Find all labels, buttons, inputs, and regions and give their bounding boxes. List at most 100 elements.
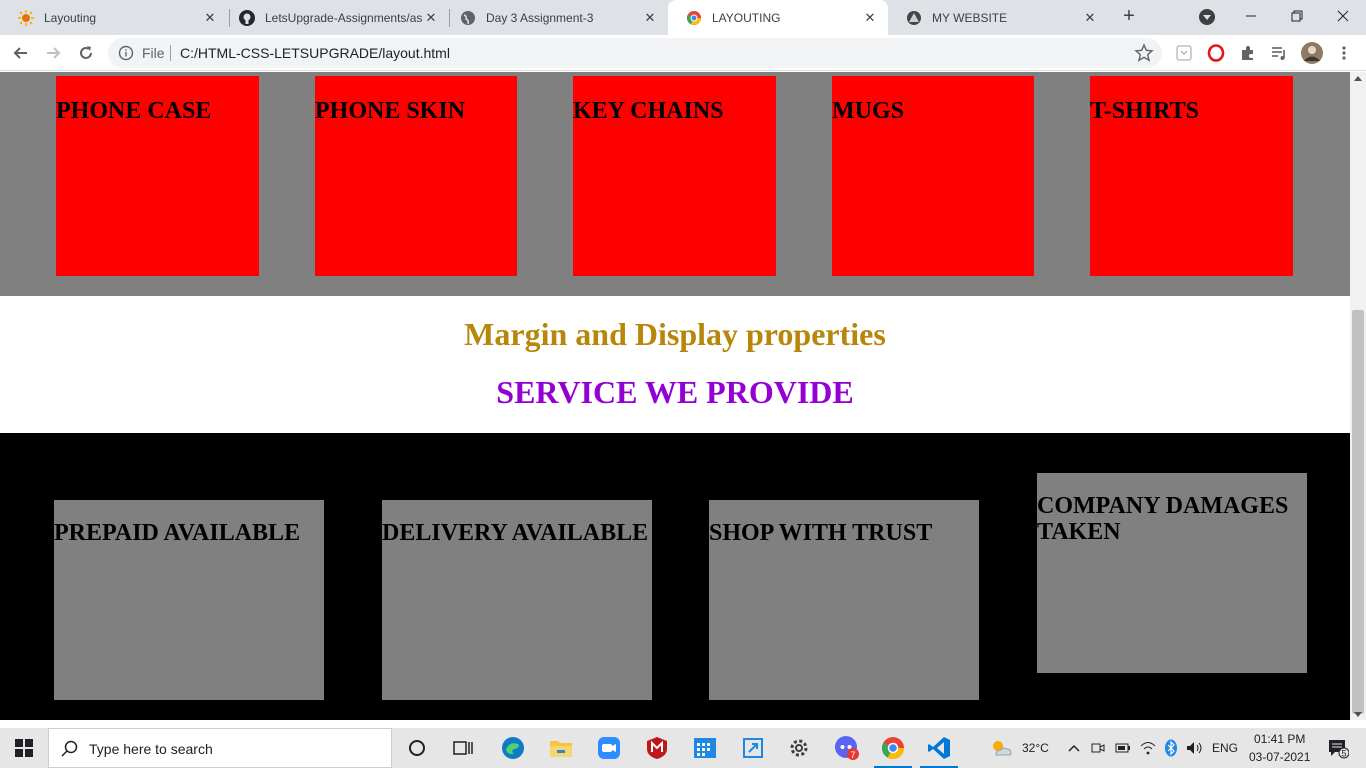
profile-avatar[interactable] [1300, 41, 1324, 65]
task-view-icon[interactable] [440, 728, 486, 768]
close-window-button[interactable] [1320, 0, 1366, 32]
service-box: SHOP WITH TRUST [709, 500, 979, 700]
forward-button[interactable] [40, 40, 66, 66]
remote-desktop-icon[interactable] [730, 728, 776, 768]
product-label: PHONE SKIN [315, 98, 466, 124]
zoom-app-icon[interactable] [586, 728, 632, 768]
product-box: PHONE SKIN [315, 76, 517, 276]
tab-day3-assignment[interactable]: Day 3 Assignment-3 ✕ [442, 0, 668, 35]
service-label: PREPAID AVAILABLE [54, 520, 301, 546]
sun-favicon-icon [18, 9, 34, 26]
site-logo-icon [906, 10, 922, 26]
language-indicator[interactable]: ENG [1212, 741, 1238, 755]
settings-gear-icon[interactable] [776, 728, 822, 768]
volume-icon[interactable] [1183, 728, 1207, 768]
chrome-menu-icon[interactable] [1333, 42, 1355, 64]
product-label: T-SHIRTS [1090, 98, 1199, 124]
notification-center-icon[interactable]: 5 [1318, 728, 1358, 768]
url-text[interactable]: C:/HTML-CSS-LETSUPGRADE/layout.html [180, 45, 450, 61]
notification-count: 5 [1341, 749, 1346, 759]
vscode-taskbar-icon[interactable] [916, 728, 962, 768]
service-box: PREPAID AVAILABLE [54, 500, 324, 700]
address-bar[interactable]: File C:/HTML-CSS-LETSUPGRADE/layout.html [108, 38, 1162, 68]
close-tab-icon[interactable]: ✕ [1082, 10, 1098, 26]
weather-icon[interactable] [986, 728, 1016, 768]
product-box: T-SHIRTS [1090, 76, 1293, 276]
info-icon[interactable] [118, 45, 134, 61]
restore-button[interactable] [1274, 0, 1320, 32]
product-label: KEY CHAINS [573, 98, 724, 124]
file-scheme-label: File [142, 45, 165, 61]
save-to-pocket-icon[interactable] [1173, 42, 1195, 64]
search-placeholder: Type here to search [89, 741, 213, 757]
tab-my-website[interactable]: MY WEBSITE ✕ [888, 0, 1108, 35]
scroll-up-arrow-icon[interactable] [1354, 76, 1362, 81]
address-divider [170, 45, 171, 61]
clock-time[interactable]: 01:41 PM [1254, 732, 1305, 746]
close-tab-icon[interactable]: ✕ [862, 10, 878, 26]
tab-title: LetsUpgrade-Assignments/as [265, 10, 423, 25]
tab-letsupgrade-github[interactable]: LetsUpgrade-Assignments/as ✕ [221, 0, 449, 35]
close-tab-icon[interactable]: ✕ [202, 10, 218, 26]
extensions-puzzle-icon[interactable] [1237, 42, 1259, 64]
product-box: KEY CHAINS [573, 76, 776, 276]
tab-title: LAYOUTING [712, 10, 781, 25]
reload-button[interactable] [73, 40, 99, 66]
product-box: MUGS [832, 76, 1034, 276]
service-box: COMPANY DAMAGES TAKEN [1037, 473, 1307, 673]
tab-layouting-active[interactable]: LAYOUTING ✕ [668, 0, 888, 35]
back-button[interactable] [8, 40, 34, 66]
products-section: PHONE CASE PHONE SKIN KEY CHAINS MUGS T-… [0, 72, 1350, 296]
weather-temperature[interactable]: 32°C [1022, 741, 1049, 755]
calendar-app-icon[interactable] [682, 728, 728, 768]
services-heading: SERVICE WE PROVIDE [496, 374, 854, 410]
chrome-taskbar-icon[interactable] [870, 728, 916, 768]
discord-app-icon[interactable]: 7 [824, 728, 870, 768]
globe-icon [460, 10, 476, 26]
battery-icon[interactable] [1112, 728, 1134, 768]
search-icon [61, 740, 79, 758]
service-label: COMPANY DAMAGES TAKEN [1037, 493, 1289, 546]
tab-layouting[interactable]: Layouting ✕ [0, 0, 228, 35]
product-label: MUGS [832, 98, 904, 124]
media-control-icon[interactable] [1268, 42, 1290, 64]
windows-taskbar: Type here to search 7 32°C ENG 01:41 PM … [0, 728, 1366, 768]
new-tab-button[interactable]: + [1118, 6, 1140, 28]
vertical-scrollbar[interactable] [1350, 72, 1366, 720]
scrollbar-thumb[interactable] [1352, 310, 1364, 714]
tab-title: MY WEBSITE [932, 10, 1008, 25]
tab-search-icon[interactable] [1199, 9, 1215, 25]
wifi-icon[interactable] [1137, 728, 1159, 768]
discord-badge-count: 7 [850, 750, 855, 760]
close-tab-icon[interactable]: ✕ [642, 10, 658, 26]
close-tab-icon[interactable]: ✕ [423, 10, 439, 26]
scroll-down-arrow-icon[interactable] [1354, 712, 1362, 717]
show-hidden-icons-chevron-icon[interactable] [1064, 728, 1084, 768]
service-box: DELIVERY AVAILABLE [382, 500, 652, 700]
bookmark-star-icon[interactable] [1134, 43, 1154, 63]
minimize-button[interactable] [1228, 0, 1274, 32]
start-button[interactable] [0, 728, 48, 768]
opera-extension-icon[interactable] [1205, 42, 1227, 64]
windows-logo-icon [15, 739, 33, 757]
github-icon [239, 9, 255, 26]
tab-strip: Layouting ✕ LetsUpgrade-Assignments/as ✕… [0, 0, 1366, 35]
browser-toolbar: File C:/HTML-CSS-LETSUPGRADE/layout.html [0, 35, 1366, 71]
clock-date[interactable]: 03-07-2021 [1249, 750, 1310, 764]
service-label: DELIVERY AVAILABLE [382, 520, 649, 546]
service-label: SHOP WITH TRUST [709, 520, 933, 546]
tab-title: Layouting [44, 10, 97, 25]
product-label: PHONE CASE [56, 98, 212, 124]
file-explorer-icon[interactable] [538, 728, 584, 768]
taskbar-search-box[interactable]: Type here to search [48, 728, 392, 768]
bluetooth-icon[interactable] [1160, 728, 1182, 768]
edge-browser-icon[interactable] [490, 728, 536, 768]
services-section: PREPAID AVAILABLE DELIVERY AVAILABLE SHO… [0, 433, 1350, 720]
margin-display-heading: Margin and Display properties [464, 316, 886, 352]
page-viewport: PHONE CASE PHONE SKIN KEY CHAINS MUGS T-… [0, 72, 1350, 720]
meet-now-icon[interactable] [1088, 728, 1108, 768]
product-box: PHONE CASE [56, 76, 259, 276]
cortana-icon[interactable] [394, 728, 440, 768]
tab-title: Day 3 Assignment-3 [486, 10, 594, 25]
mcafee-icon[interactable] [634, 728, 680, 768]
